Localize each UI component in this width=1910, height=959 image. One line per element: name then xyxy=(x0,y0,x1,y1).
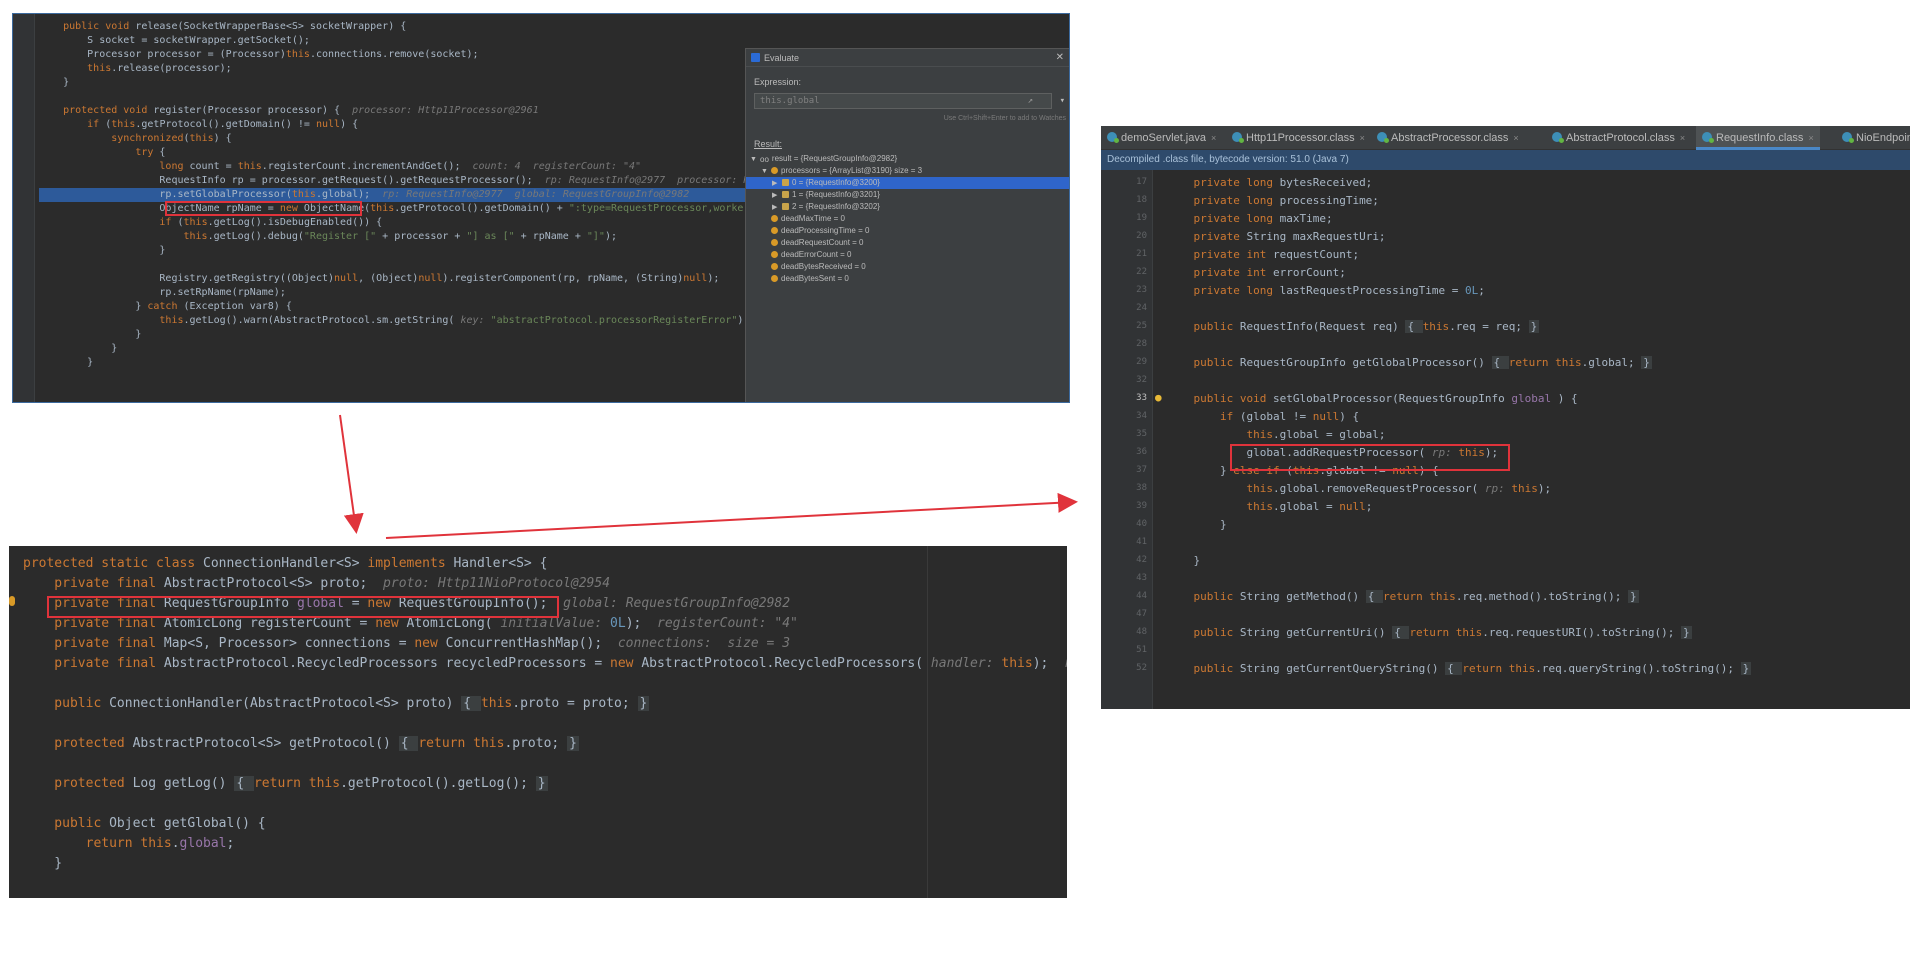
arrow-right xyxy=(385,492,1078,539)
annotation-arrows xyxy=(339,414,1078,539)
arrow-down xyxy=(339,414,364,534)
